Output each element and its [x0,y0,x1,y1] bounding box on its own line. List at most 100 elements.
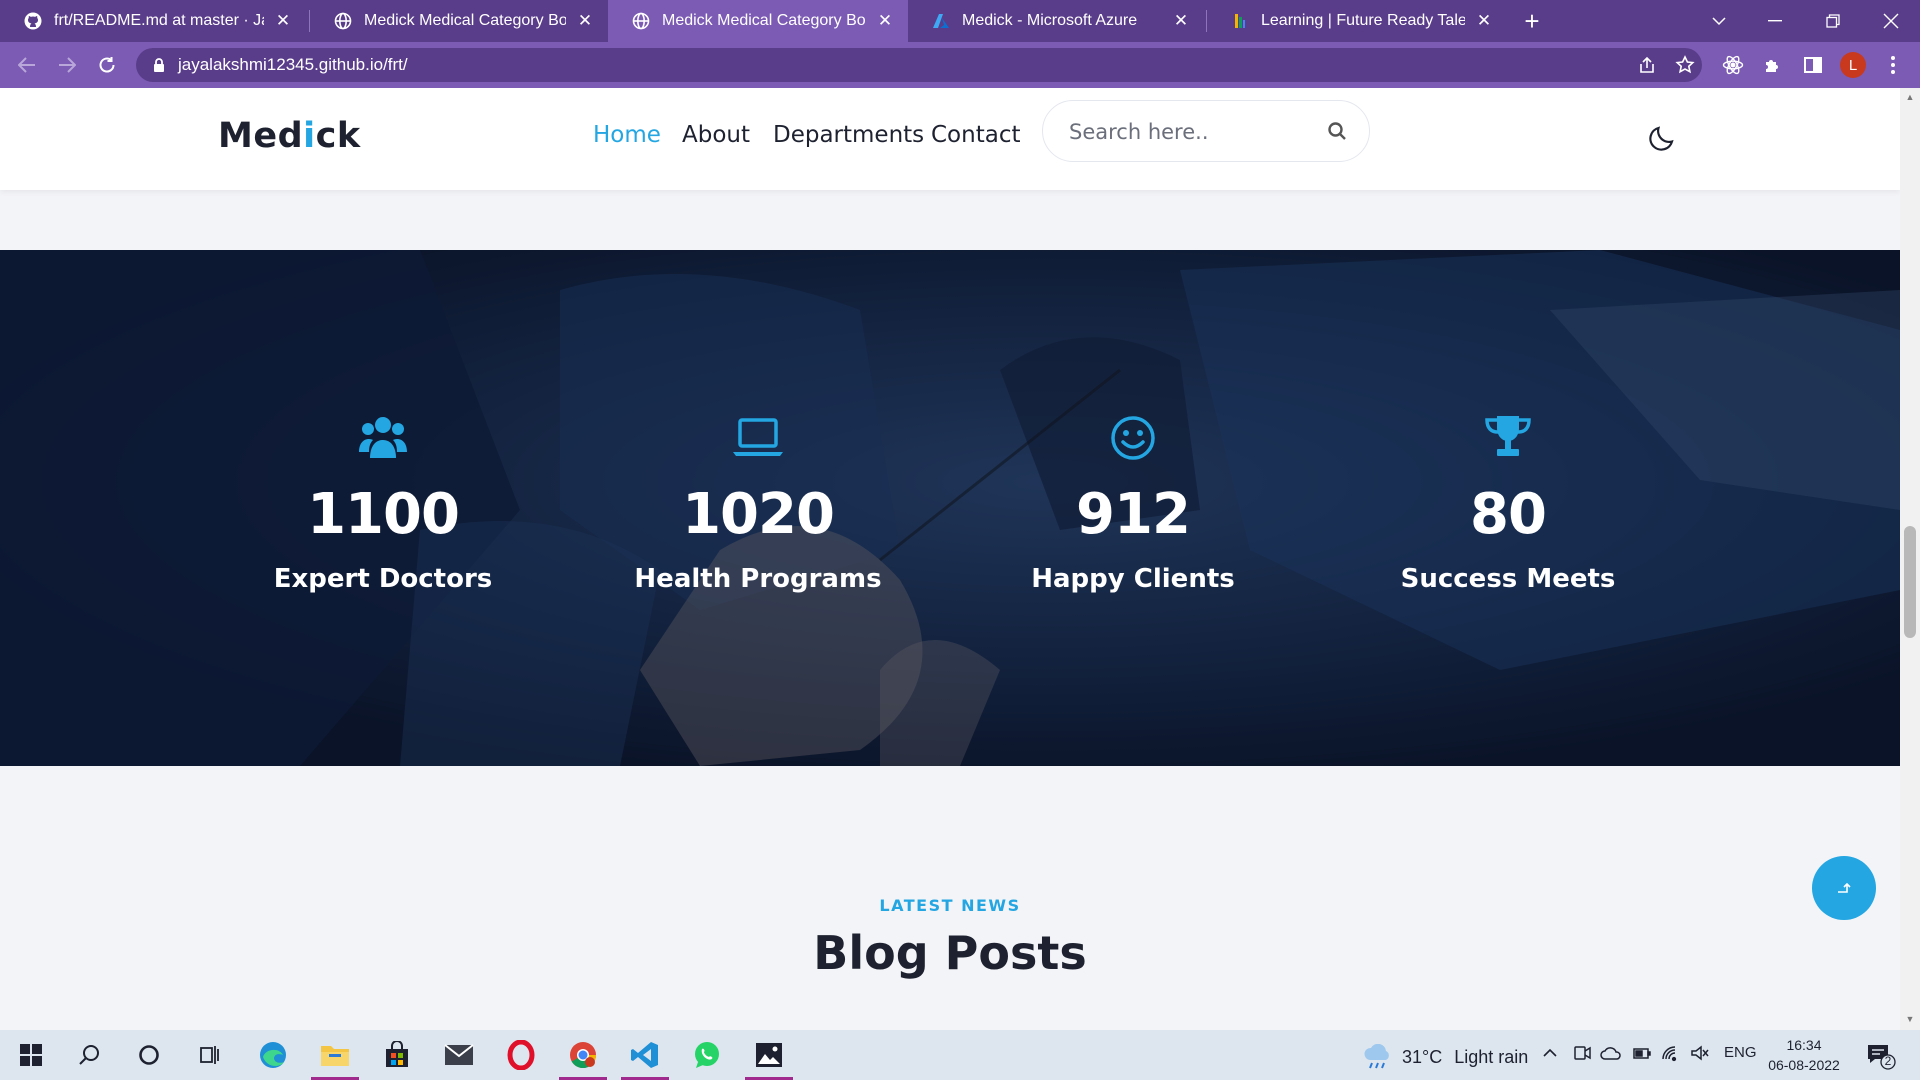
share-icon[interactable] [1636,54,1658,76]
nav-about[interactable]: About [682,122,750,148]
close-icon[interactable]: ✕ [1475,11,1493,30]
scrollbar-thumb[interactable] [1904,526,1916,638]
weather-widget[interactable]: 31°C Light rain [1362,1044,1528,1070]
weather-description: Light rain [1454,1046,1529,1067]
browser-tab[interactable]: frt/README.md at master · Jayala ✕ [0,0,306,42]
close-icon[interactable]: ✕ [876,11,894,30]
search-icon[interactable] [1327,121,1347,141]
task-view-icon [200,1046,219,1064]
close-window-button[interactable] [1866,0,1916,42]
stats-section: 1100 Expert Doctors 1020 Health Programs… [0,250,1900,766]
page-scrollbar[interactable]: ▲ ▼ [1900,88,1920,1030]
stat-label: Happy Clients [1031,563,1235,594]
azure-icon [932,12,950,30]
task-view-button[interactable] [184,1030,234,1080]
restore-button[interactable] [1808,0,1858,42]
logo-text: Med [218,116,304,156]
rain-cloud-icon [1364,1044,1389,1069]
reload-button[interactable] [92,50,122,80]
tab-title: Medick Medical Category Bootstr [364,12,566,29]
taskbar-vscode[interactable] [620,1030,670,1080]
nav-home[interactable]: Home [593,122,661,148]
tab-title: frt/README.md at master · Jayala [54,12,264,29]
whatsapp-icon [695,1042,719,1068]
windows-taskbar: 31°C Light rain ENG 16:34 06-08-2022 2 [0,1030,1920,1080]
scroll-up-arrow-icon[interactable]: ▲ [1905,92,1915,102]
extensions-puzzle-icon[interactable] [1760,52,1786,78]
action-center-button[interactable]: 2 [1866,1042,1896,1070]
stat-card: 912 Happy Clients [963,410,1303,594]
taskbar-mail[interactable] [434,1030,484,1080]
search-input[interactable] [1069,117,1319,147]
react-devtools-icon[interactable] [1720,52,1746,78]
browser-tab-active[interactable]: Medick Medical Category Bootstr ✕ [608,0,908,42]
language-indicator[interactable]: ENG [1724,1044,1757,1061]
profile-avatar[interactable]: L [1840,52,1866,78]
search-box [1042,100,1370,162]
laptop-icon [733,418,783,456]
start-button[interactable] [6,1030,56,1080]
nav-contact[interactable]: Contact [931,122,1020,148]
scroll-down-arrow-icon[interactable]: ▼ [1905,1014,1915,1024]
battery-icon[interactable] [1632,1044,1652,1066]
volume-muted-icon[interactable] [1690,1044,1710,1066]
stat-card: 80 Success Meets [1338,410,1678,594]
users-icon [359,417,407,458]
folder-icon [321,1046,349,1066]
stat-card: 1100 Expert Doctors [213,410,553,594]
close-icon[interactable]: ✕ [274,11,292,30]
photos-icon [756,1043,782,1067]
forward-button[interactable] [52,50,82,80]
cortana-button[interactable] [124,1030,174,1080]
url-text[interactable]: jayalakshmi12345.github.io/frt/ [178,55,408,75]
taskbar-opera[interactable] [496,1030,546,1080]
bookmark-star-icon[interactable] [1674,54,1696,76]
vscode-icon [631,1042,658,1068]
taskbar-file-explorer[interactable] [310,1030,360,1080]
stat-label: Success Meets [1400,563,1616,594]
dark-mode-moon-icon[interactable] [1648,122,1678,152]
minimize-button[interactable] [1750,0,1800,42]
tab-search-button[interactable] [1694,0,1744,42]
site-header: Medick Home About Departments Contact [0,88,1900,190]
stat-value: 912 [1076,482,1191,547]
frt-icon [1231,12,1249,30]
close-icon[interactable]: ✕ [576,11,594,30]
search-taskbar-button[interactable] [64,1030,114,1080]
wifi-icon[interactable] [1660,1044,1682,1066]
scroll-to-top-button[interactable] [1812,856,1876,920]
cortana-circle-icon [139,1045,159,1065]
trophy-icon [1485,416,1531,456]
logo-text: ck [315,116,361,156]
site-logo[interactable]: Medick [218,116,361,156]
tab-title: Learning | Future Ready Talent [1261,12,1465,29]
tab-title: Medick Medical Category Bootstr [662,12,866,29]
taskbar-store[interactable] [372,1030,422,1080]
lock-icon[interactable] [150,56,168,74]
tray-overflow-chevron-icon[interactable] [1542,1044,1558,1066]
github-icon [24,12,42,30]
stat-card: 1020 Health Programs [588,410,928,594]
taskbar-edge[interactable] [248,1030,298,1080]
side-panel-icon[interactable] [1800,52,1826,78]
browser-tab[interactable]: Learning | Future Ready Talent ✕ [1207,0,1507,42]
browser-tab[interactable]: Medick - Microsoft Azure ✕ [908,0,1204,42]
taskbar-whatsapp[interactable] [682,1030,732,1080]
chrome-menu-icon[interactable] [1880,52,1906,78]
taskbar-photos[interactable] [744,1030,794,1080]
browser-tab[interactable]: Medick Medical Category Bootstr ✕ [310,0,608,42]
clock-time: 16:34 [1786,1037,1822,1053]
nav-departments[interactable]: Departments [773,122,924,148]
taskbar-chrome[interactable] [558,1030,608,1080]
address-bar[interactable]: jayalakshmi12345.github.io/frt/ [136,48,1702,82]
meet-now-icon[interactable] [1572,1044,1592,1066]
onedrive-cloud-icon[interactable] [1600,1044,1622,1066]
globe-icon [632,12,650,30]
back-button[interactable] [12,50,42,80]
section-kicker: LATEST NEWS [879,896,1021,915]
tab-title: Medick - Microsoft Azure [962,12,1138,29]
close-icon[interactable]: ✕ [1172,11,1190,30]
new-tab-button[interactable]: + [1518,6,1546,36]
windows-logo-icon [20,1044,42,1066]
clock[interactable]: 16:34 06-08-2022 [1762,1035,1846,1075]
